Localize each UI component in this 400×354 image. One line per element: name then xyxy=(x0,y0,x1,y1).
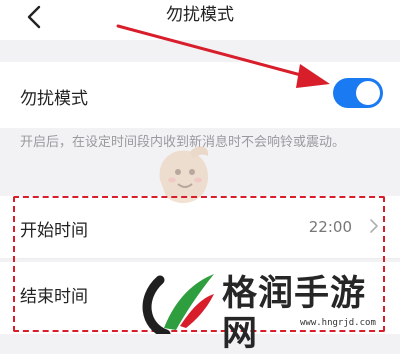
watermark-site-name: 格润手游网 xyxy=(222,274,367,354)
site-logo-icon xyxy=(142,274,214,334)
watermark-site-url: www.hngrjd.com xyxy=(300,318,376,328)
